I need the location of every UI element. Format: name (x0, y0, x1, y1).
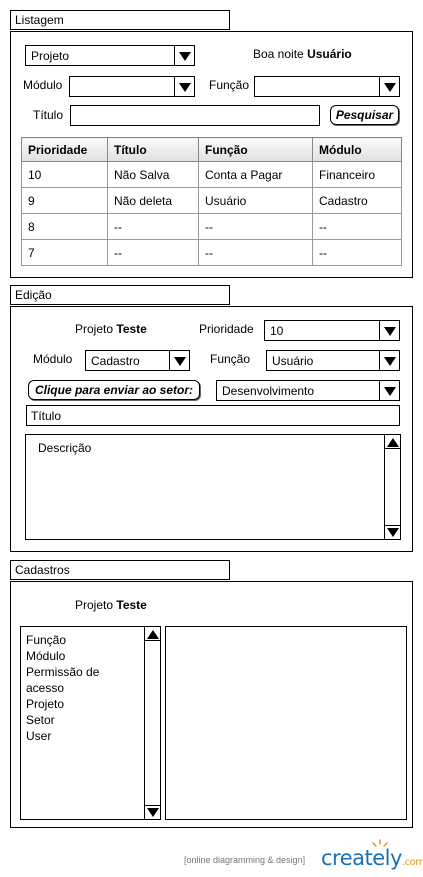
cell-prioridade: 8 (21, 213, 108, 240)
column-header-funcao[interactable]: Função (198, 137, 313, 162)
search-button-label: Pesquisar (335, 108, 394, 122)
chevron-down-icon (174, 46, 194, 65)
cadastros-projeto: Projeto Teste (75, 598, 147, 612)
edicao-panel: Projeto Teste Prioridade 10 Módulo Cadas… (10, 306, 413, 552)
funcao-label: Função (209, 78, 250, 92)
watermark-brand-tld: .com (401, 857, 423, 868)
send-to-sector-button[interactable]: Clique para enviar ao setor: (28, 380, 200, 400)
search-button[interactable]: Pesquisar (330, 105, 399, 125)
list-item[interactable]: User (26, 728, 99, 744)
edicao-titulo-value: Título (31, 409, 62, 423)
scroll-down-arrow-icon[interactable] (385, 525, 400, 539)
greeting-text: Boa noite (253, 47, 304, 61)
scroll-down-arrow-icon[interactable] (145, 805, 160, 819)
edicao-projeto-label: Projeto (75, 322, 114, 336)
edicao-modulo-select[interactable]: Cadastro (85, 350, 190, 371)
cadastros-tab-label: Cadastros (15, 563, 70, 577)
setor-select[interactable]: Desenvolvimento (216, 380, 400, 401)
scroll-up-arrow-icon[interactable] (145, 627, 160, 641)
listagem-tab-label: Listagem (15, 13, 64, 27)
setor-select-value: Desenvolvimento (222, 384, 315, 398)
cell-modulo: Financeiro (312, 161, 402, 188)
cell-prioridade: 9 (21, 187, 108, 214)
cell-prioridade: 10 (21, 161, 108, 188)
chevron-down-icon (379, 381, 399, 400)
cadastros-projeto-label: Projeto (75, 598, 114, 612)
cell-titulo: Não Salva (107, 161, 199, 188)
cell-prioridade: 7 (21, 239, 108, 266)
projeto-select-value: Projeto (31, 49, 70, 63)
table-row[interactable]: 7 -- -- -- (21, 239, 402, 266)
greeting: Boa noite Usuário (253, 47, 352, 61)
listagem-panel: Projeto Boa noite Usuário Módulo Função … (10, 31, 413, 278)
descricao-value: Descrição (38, 441, 92, 455)
listagem-tab[interactable]: Listagem (10, 10, 230, 30)
cadastros-list[interactable]: Função Módulo Permissão de acesso Projet… (20, 626, 161, 820)
modulo-select[interactable] (69, 76, 195, 97)
chevron-down-icon (174, 77, 194, 96)
chevron-down-icon (169, 351, 189, 370)
column-header-modulo[interactable]: Módulo (312, 137, 402, 162)
titulo-label: Título (33, 108, 64, 122)
projeto-select[interactable]: Projeto (25, 45, 195, 66)
edicao-tab[interactable]: Edição (10, 285, 230, 305)
cell-funcao: Usuário (198, 187, 313, 214)
cell-titulo: -- (107, 213, 199, 240)
cell-funcao: Conta a Pagar (198, 161, 313, 188)
cell-modulo: -- (312, 213, 402, 240)
edicao-modulo-label: Módulo (33, 352, 73, 366)
table-row[interactable]: 10 Não Salva Conta a Pagar Financeiro (21, 161, 402, 188)
edicao-projeto: Projeto Teste (75, 322, 147, 336)
cell-funcao: -- (198, 239, 313, 266)
bulb-rays-icon (372, 839, 388, 847)
edicao-funcao-select[interactable]: Usuário (266, 350, 400, 371)
prioridade-label: Prioridade (199, 322, 254, 336)
funcao-select[interactable] (254, 76, 400, 97)
column-header-titulo[interactable]: Título (107, 137, 199, 162)
edicao-tab-label: Edição (15, 288, 52, 302)
cell-modulo: -- (312, 239, 402, 266)
cadastros-detail-panel[interactable] (165, 626, 407, 820)
prioridade-select-value: 10 (270, 324, 284, 338)
list-item[interactable]: Módulo (26, 648, 99, 664)
titulo-input[interactable] (70, 105, 320, 126)
column-header-prioridade[interactable]: Prioridade (21, 137, 108, 162)
list-item[interactable]: acesso (26, 680, 99, 696)
table-header-row: Prioridade Título Função Módulo (21, 137, 402, 162)
list-item[interactable]: Função (26, 632, 99, 648)
edicao-funcao-label: Função (210, 352, 251, 366)
descricao-scrollbar[interactable] (384, 435, 400, 539)
edicao-funcao-select-value: Usuário (272, 354, 314, 368)
send-to-sector-label: Clique para enviar ao setor: (34, 383, 194, 397)
watermark-tagline: [online diagramming & design] (184, 855, 306, 865)
chevron-down-icon (379, 77, 399, 96)
modulo-label: Módulo (23, 78, 63, 92)
edicao-titulo-input[interactable]: Título (26, 405, 400, 426)
list-item[interactable]: Permissão de (26, 664, 99, 680)
cell-modulo: Cadastro (312, 187, 402, 214)
chevron-down-icon (379, 321, 399, 340)
table-row[interactable]: 8 -- -- -- (21, 213, 402, 240)
cadastros-projeto-name: Teste (116, 598, 147, 612)
list-item[interactable]: Setor (26, 712, 99, 728)
cell-titulo: Não deleta (107, 187, 199, 214)
descricao-textarea[interactable]: Descrição (25, 434, 401, 540)
cadastros-list-items: Função Módulo Permissão de acesso Projet… (26, 632, 99, 744)
results-table: Prioridade Título Função Módulo 10 Não S… (21, 137, 402, 266)
list-item[interactable]: Projeto (26, 696, 99, 712)
creately-watermark: [online diagramming & design] creately.c… (184, 839, 423, 874)
table-row[interactable]: 9 Não deleta Usuário Cadastro (21, 187, 402, 214)
edicao-projeto-name: Teste (116, 322, 147, 336)
cadastros-tab[interactable]: Cadastros (10, 560, 230, 580)
cadastros-panel: Projeto Teste Função Módulo Permissão de… (10, 581, 413, 828)
chevron-down-icon (379, 351, 399, 370)
scroll-up-arrow-icon[interactable] (385, 435, 400, 449)
prioridade-select[interactable]: 10 (264, 320, 400, 341)
cadastros-scrollbar[interactable] (144, 627, 160, 819)
user-name: Usuário (307, 47, 352, 61)
edicao-modulo-select-value: Cadastro (91, 354, 140, 368)
cell-funcao: -- (198, 213, 313, 240)
cell-titulo: -- (107, 239, 199, 266)
